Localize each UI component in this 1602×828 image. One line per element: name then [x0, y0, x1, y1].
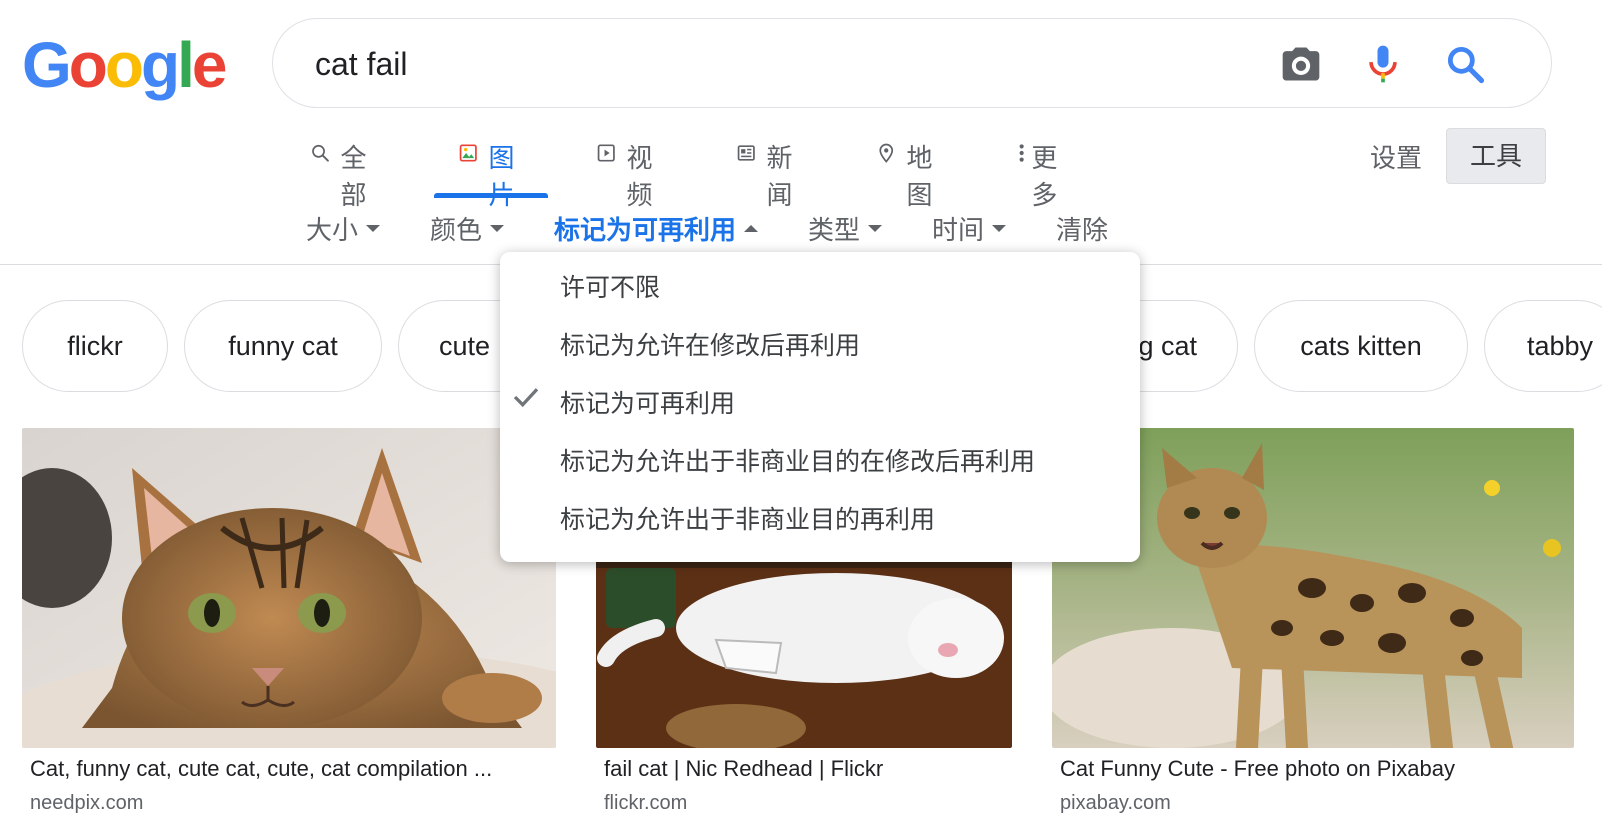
filter-label: 大小 — [306, 215, 359, 245]
dropup-arrow-icon — [744, 225, 759, 232]
usage-rights-dropdown: 许可不限 标记为允许在修改后再利用 标记为可再利用 标记为允许出于非商业目的在修… — [500, 252, 1140, 562]
related-chip[interactable]: flickr — [22, 300, 168, 392]
related-chip[interactable]: tabby — [1484, 300, 1602, 392]
image-icon — [459, 144, 477, 162]
result-title[interactable]: fail cat | Nic Redhead | Flickr — [604, 756, 1004, 782]
filter-label: 清除 — [1056, 215, 1109, 245]
tab-news[interactable]: 新闻 — [736, 128, 802, 210]
dropdown-arrow-icon — [868, 225, 883, 232]
logo-letter: e — [191, 29, 228, 101]
tab-maps[interactable]: 地图 — [876, 128, 942, 210]
filter-label: 颜色 — [430, 215, 483, 245]
usage-option-any[interactable]: 许可不限 — [560, 268, 660, 304]
result-source: flickr.com — [604, 792, 688, 814]
related-chip[interactable]: cats kitten — [1254, 300, 1468, 392]
logo-letter: g — [140, 29, 180, 101]
search-box — [272, 18, 1552, 108]
more-vert-icon — [1019, 144, 1024, 162]
filter-clear[interactable]: 清除 — [1056, 210, 1108, 247]
tools-button[interactable]: 工具 — [1446, 128, 1546, 184]
related-chip[interactable]: funny cat — [184, 300, 382, 392]
usage-option-noncommercial-modify[interactable]: 标记为允许出于非商业目的在修改后再利用 — [560, 442, 1035, 478]
filter-time[interactable]: 时间 — [932, 210, 1007, 247]
logo-letter: o — [68, 29, 108, 101]
filter-type[interactable]: 类型 — [808, 210, 883, 247]
usage-option-noncommercial-reuse[interactable]: 标记为允许出于非商业目的再利用 — [560, 500, 935, 536]
logo-letter: o — [104, 29, 144, 101]
usage-option-reuse[interactable]: 标记为可再利用 — [560, 384, 735, 420]
tab-images[interactable]: 图片 — [433, 128, 549, 210]
result-source: needpix.com — [30, 792, 144, 814]
news-icon — [737, 145, 755, 161]
filter-label: 类型 — [808, 215, 861, 245]
tab-more[interactable]: 更多 — [1016, 128, 1064, 210]
tab-videos[interactable]: 视频 — [596, 128, 662, 210]
google-logo[interactable]: Google — [22, 28, 228, 102]
search-input[interactable] — [313, 41, 1217, 87]
result-title[interactable]: Cat, funny cat, cute cat, cute, cat comp… — [30, 756, 550, 782]
search-icon[interactable] — [1443, 42, 1487, 86]
filter-label: 时间 — [932, 215, 985, 245]
dropdown-arrow-icon — [366, 225, 381, 232]
logo-letter: l — [177, 29, 195, 101]
result-thumbnail[interactable] — [22, 428, 556, 748]
filter-color[interactable]: 颜色 — [430, 210, 505, 247]
video-icon — [597, 144, 615, 162]
result-title[interactable]: Cat Funny Cute - Free photo on Pixabay — [1060, 756, 1560, 782]
tab-all[interactable]: 全部 — [310, 128, 376, 210]
filter-size[interactable]: 大小 — [306, 210, 381, 247]
filter-label: 标记为可再利用 — [554, 215, 737, 245]
result-source: pixabay.com — [1060, 792, 1171, 814]
camera-icon[interactable] — [1279, 42, 1323, 86]
search-icon — [312, 144, 329, 162]
checkmark-icon — [513, 388, 539, 408]
filter-usage-rights[interactable]: 标记为可再利用 — [554, 210, 759, 247]
dropdown-arrow-icon — [490, 225, 505, 232]
dropdown-arrow-icon — [992, 225, 1007, 232]
usage-option-reuse-modify[interactable]: 标记为允许在修改后再利用 — [560, 326, 860, 362]
map-pin-icon — [879, 143, 894, 163]
settings-link[interactable]: 设置 — [1370, 138, 1422, 175]
logo-letter: G — [22, 29, 72, 101]
microphone-icon[interactable] — [1361, 42, 1405, 86]
